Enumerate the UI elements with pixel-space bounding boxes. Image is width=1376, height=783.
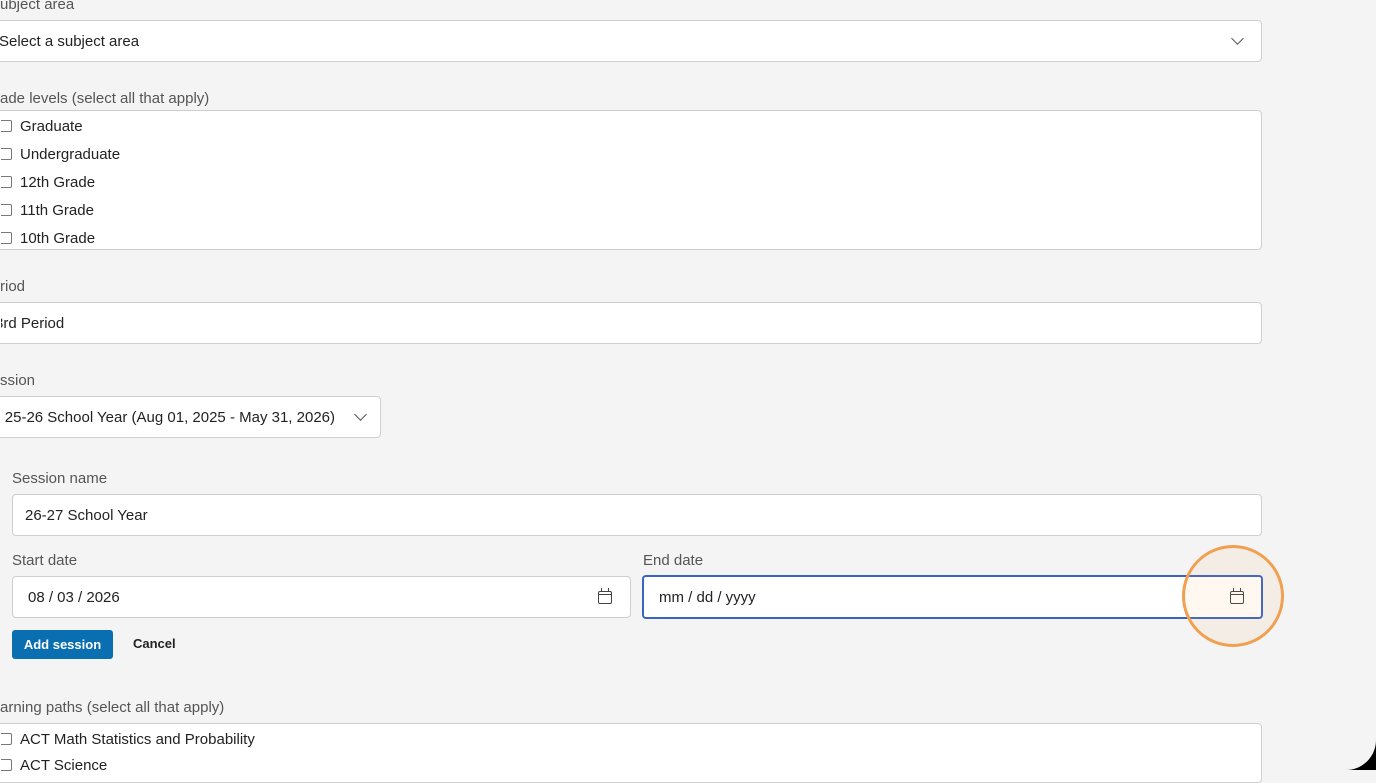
grade-levels-list[interactable]: Graduate Undergraduate 12th Grade 11th G… [0, 110, 1262, 250]
checkbox[interactable] [1, 733, 12, 745]
grade-level-option[interactable]: 12th Grade [1, 172, 95, 192]
period-value: 3rd Period [0, 315, 65, 332]
start-date-label: Start date [12, 552, 78, 569]
end-date-input[interactable]: mm / dd / yyyy [642, 575, 1263, 619]
session-name-value: 26-27 School Year [25, 507, 148, 524]
session-label: ssion [0, 372, 36, 389]
grade-level-option[interactable]: Undergraduate [1, 144, 120, 164]
grade-level-label: 11th Grade [20, 201, 94, 219]
subject-area-label: ubject area [0, 0, 75, 13]
session-value: 25-26 School Year (Aug 01, 2025 - May 31… [4, 409, 335, 426]
learning-path-option[interactable]: ACT Math Statistics and Probability [1, 729, 255, 749]
checkbox[interactable] [1, 759, 12, 771]
checkbox[interactable] [1, 232, 12, 244]
checkbox[interactable] [1, 176, 12, 188]
add-session-button[interactable]: Add session [12, 630, 113, 659]
period-label: riod [0, 278, 26, 295]
learning-paths-label: arning paths (select all that apply) [0, 699, 225, 716]
session-select[interactable]: 25-26 School Year (Aug 01, 2025 - May 31… [0, 396, 381, 438]
highlight-circle [1182, 545, 1284, 647]
start-date-value: 08 / 03 / 2026 [28, 589, 120, 606]
grade-level-label: Undergraduate [20, 145, 121, 163]
grade-level-option[interactable]: Graduate [1, 116, 83, 136]
chevron-down-icon [354, 408, 367, 421]
end-date-placeholder: mm / dd / yyyy [659, 589, 756, 606]
window-corner [1346, 740, 1376, 770]
learning-path-label: ACT Math Statistics and Probability [20, 730, 255, 748]
learning-paths-list[interactable]: ACT Math Statistics and Probability ACT … [0, 723, 1262, 783]
checkbox[interactable] [1, 148, 12, 160]
session-name-label: Session name [12, 470, 108, 487]
grade-level-label: 10th Grade [20, 229, 96, 247]
subject-area-placeholder: Select a subject area [0, 33, 140, 50]
chevron-down-icon [1231, 32, 1244, 45]
end-date-label: End date [643, 552, 704, 569]
grade-levels-label: ade levels (select all that apply) [0, 90, 210, 107]
grade-level-option[interactable]: 10th Grade [1, 228, 95, 248]
grade-level-label: 12th Grade [20, 173, 96, 191]
grade-level-option[interactable]: 11th Grade [1, 200, 94, 220]
learning-path-option[interactable]: ACT Science [1, 755, 107, 775]
checkbox[interactable] [1, 120, 12, 132]
cancel-button[interactable]: Cancel [133, 636, 176, 651]
grade-level-label: Graduate [20, 117, 83, 135]
checkbox[interactable] [1, 204, 12, 216]
session-name-input[interactable]: 26-27 School Year [12, 494, 1262, 536]
calendar-icon[interactable] [598, 588, 612, 604]
period-input[interactable]: 3rd Period [0, 302, 1262, 344]
learning-path-label: ACT Science [20, 756, 108, 774]
subject-area-select[interactable]: Select a subject area [0, 20, 1262, 62]
start-date-input[interactable]: 08 / 03 / 2026 [12, 576, 631, 618]
